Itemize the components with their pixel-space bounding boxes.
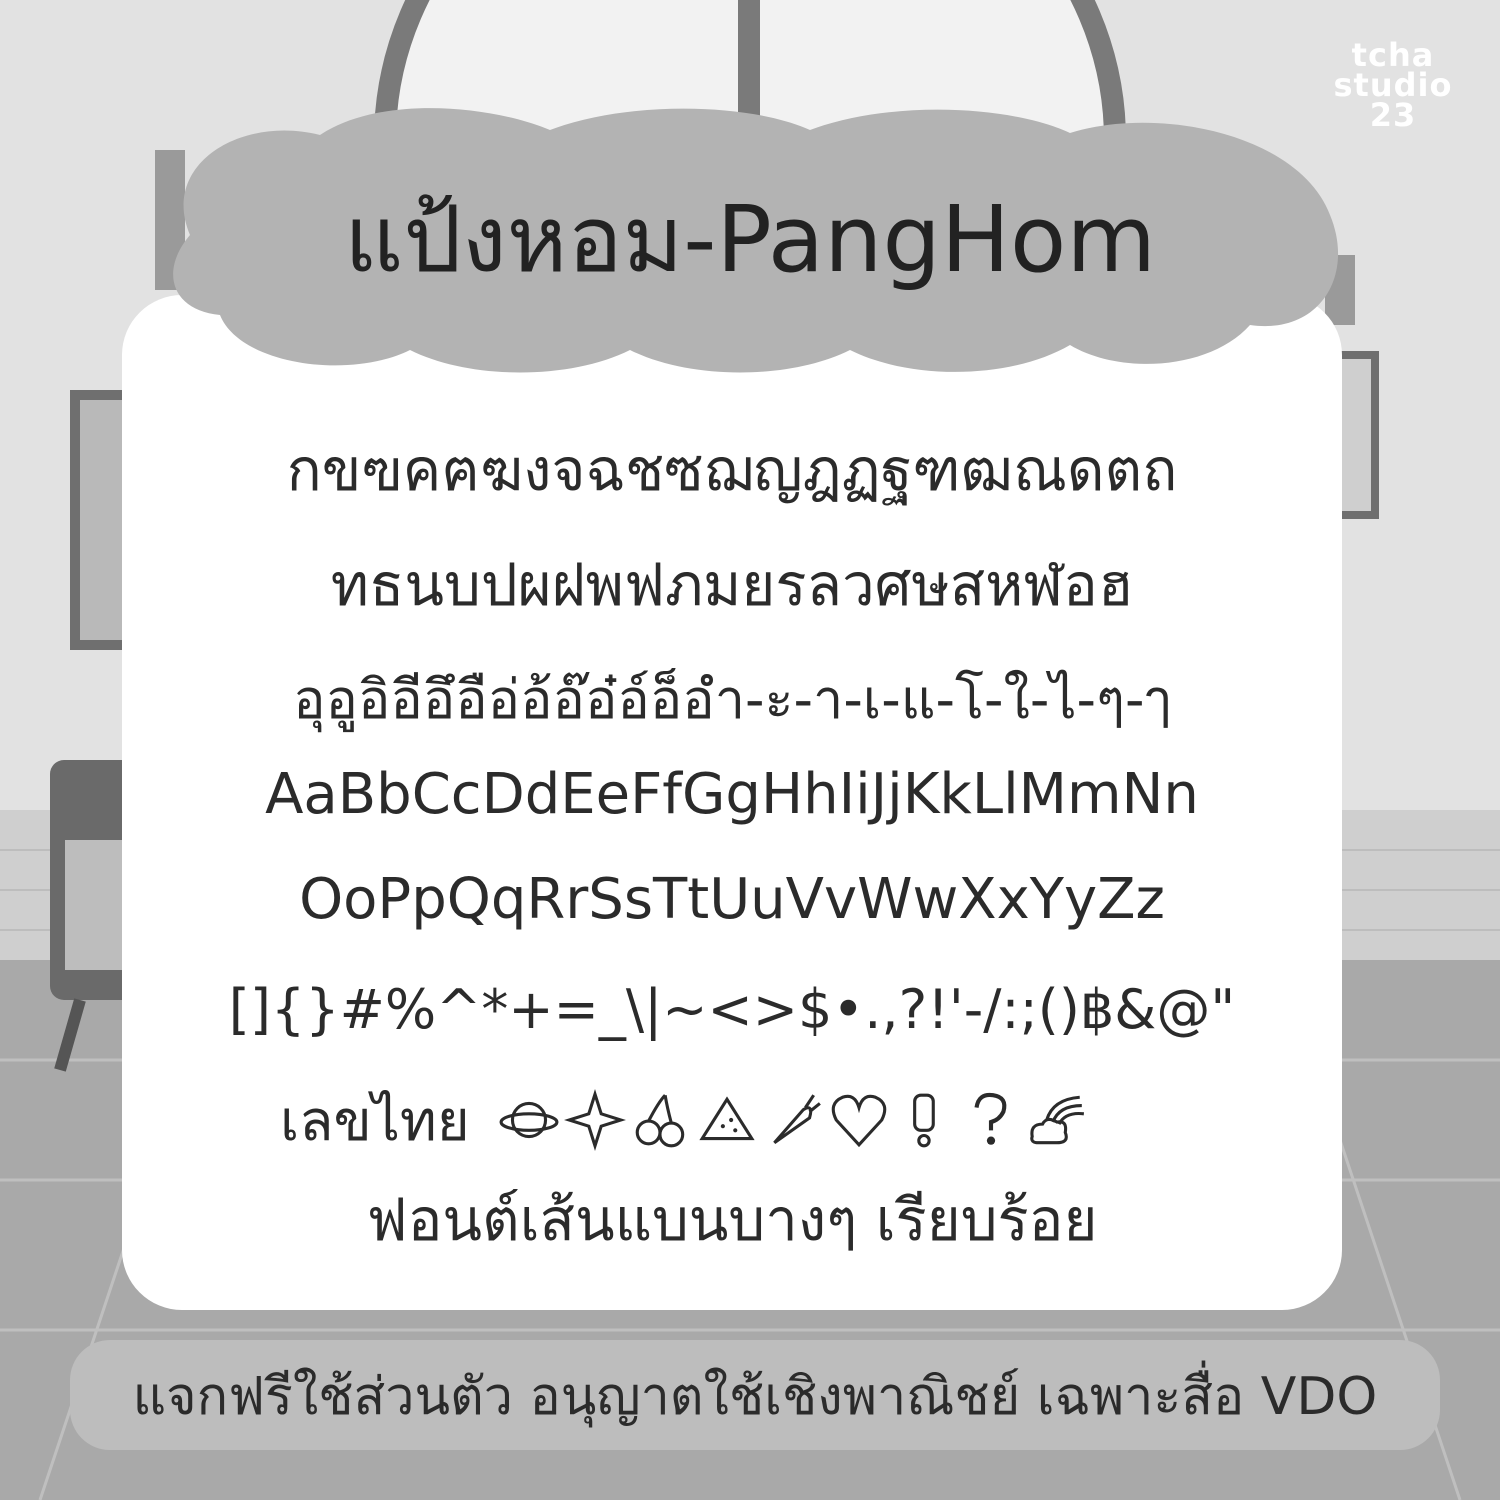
planet-icon — [499, 1101, 559, 1139]
exclamation-icon — [912, 1093, 935, 1148]
rainbow-cloud-icon — [1029, 1095, 1084, 1145]
carrot-icon — [772, 1094, 821, 1144]
font-description: ฟอนต์เส้นแบนบางๆ เรียบร้อย — [366, 1186, 1098, 1254]
symbols-line: []{}#%^*+=_\|~<>$•.,?!'-/:;()฿&@" — [228, 978, 1236, 1041]
latin-line-2: OoPpQqRrSsTtUuVvWwXxYyZz — [299, 867, 1165, 932]
sparkle-icon — [563, 1089, 626, 1151]
watermelon-icon — [699, 1096, 755, 1141]
thai-consonants-line-2: ทธนบปผฝพฟภมยรลวศษสหฬอฮ — [330, 551, 1134, 619]
thai-consonants-line-1: กขฃคฅฆงจฉชซฌญฎฏฐฑฒณดตถ — [286, 436, 1178, 504]
thai-numerals-label: เลขไทย — [280, 1088, 470, 1154]
font-title: แป้งหอม-PangHom — [344, 186, 1156, 293]
icons-row: เลขไทย — [280, 1080, 1180, 1160]
heart-icon — [831, 1094, 886, 1148]
license-text: แจกฟรีใช้ส่วนตัว อนุญาตใช้เชิงพาณิชย์ เฉ… — [132, 1366, 1378, 1427]
license-banner: แจกฟรีใช้ส่วนตัว อนุญาตใช้เชิงพาณิชย์ เฉ… — [70, 1340, 1440, 1450]
cherry-icon — [635, 1094, 684, 1148]
latin-line-1: AaBbCcDdEeFfGgHhIiJjKkLlMmNn — [265, 762, 1199, 827]
question-icon — [974, 1092, 1007, 1145]
thai-vowels-line: อุอูอิอีอึอือ่อ้อ๊อ๋อ์อ็อำ-ะ-า-เ-แ-โ-ใ-ไ… — [293, 668, 1171, 731]
